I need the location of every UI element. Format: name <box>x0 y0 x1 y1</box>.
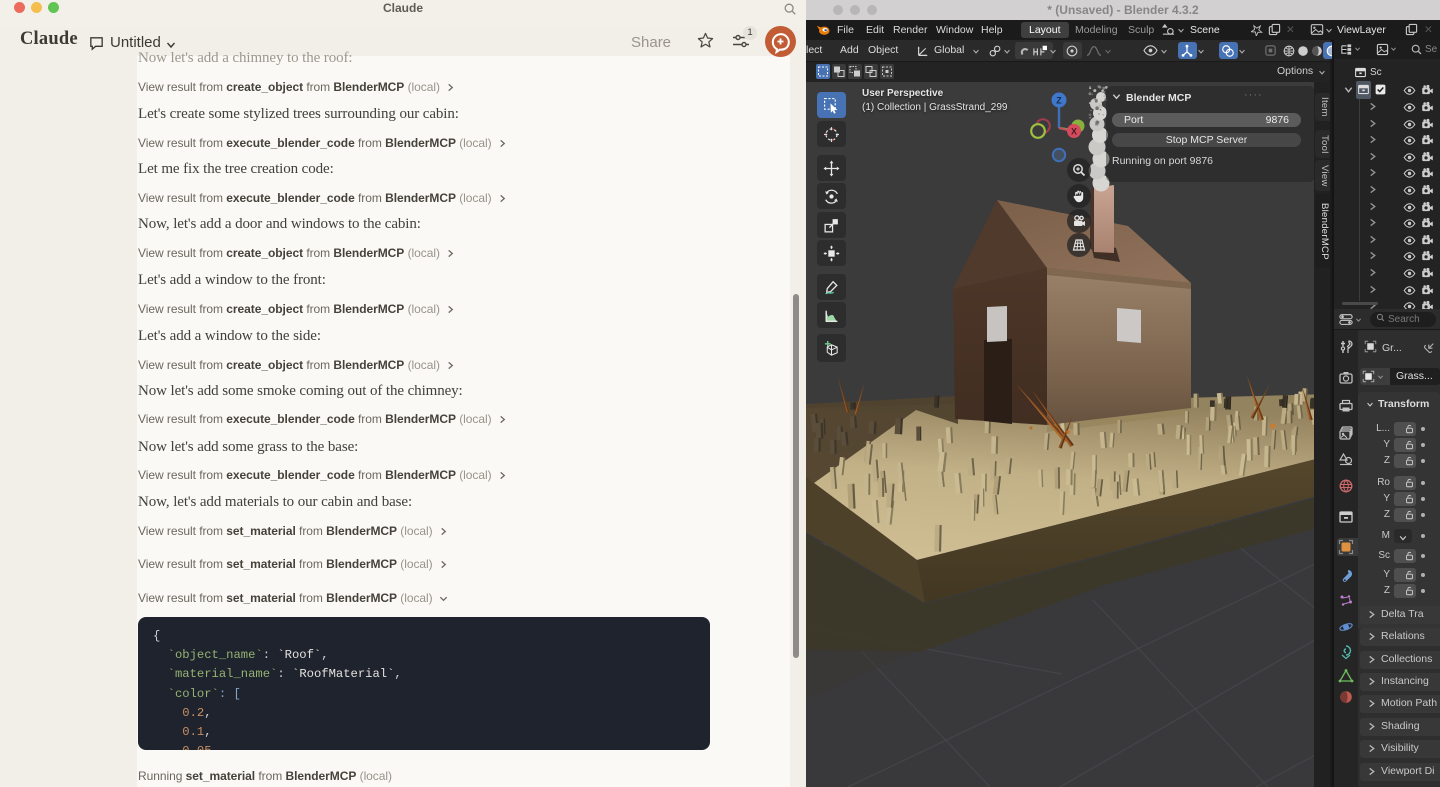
svg-text:Z: Z <box>1056 95 1062 105</box>
svg-text:X: X <box>1071 127 1077 137</box>
